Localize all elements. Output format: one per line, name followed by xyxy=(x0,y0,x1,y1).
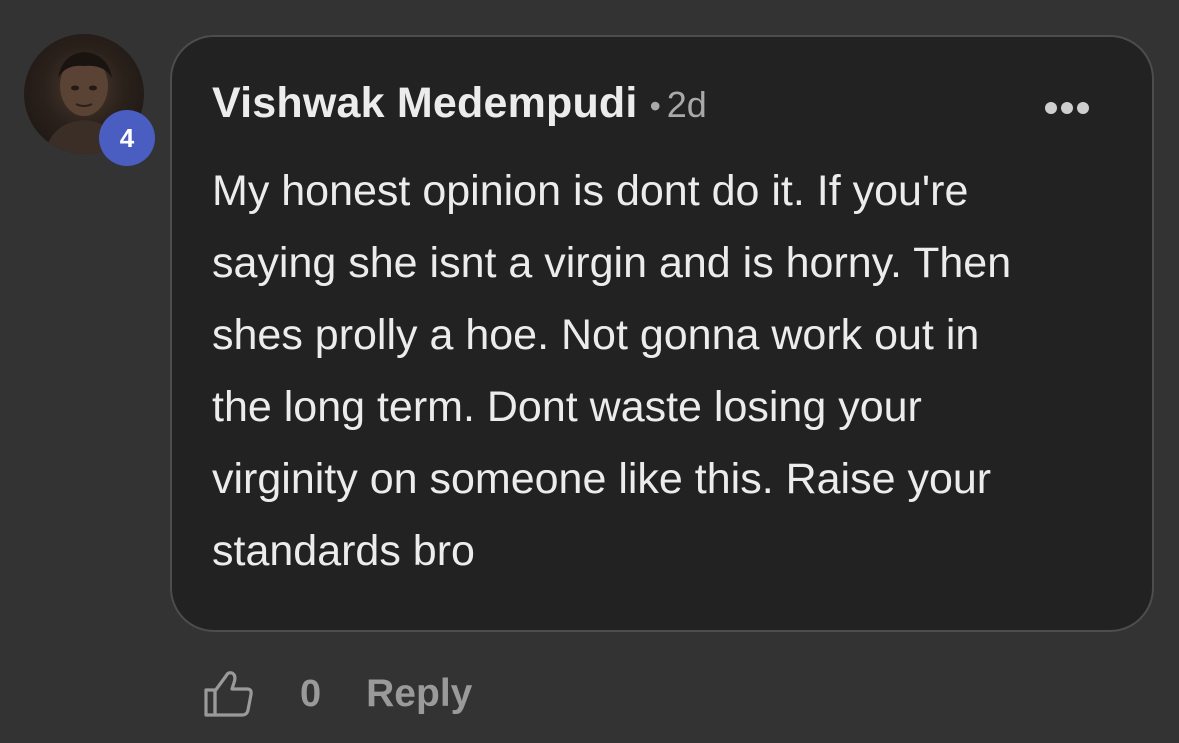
reply-button[interactable]: Reply xyxy=(366,672,472,716)
comment-bubble: Vishwak Medempudi • 2d My honest opinion… xyxy=(170,35,1154,632)
thumbs-up-icon[interactable] xyxy=(202,667,256,721)
comment-line: virginity on someone like this. Raise yo… xyxy=(212,455,992,503)
separator-dot: • xyxy=(649,88,661,124)
comment-line: My honest opinion is dont do it. If you'… xyxy=(212,167,969,215)
author-name[interactable]: Vishwak Medempudi xyxy=(212,79,638,128)
comment-line: the long term. Dont waste losing your xyxy=(212,383,922,431)
timestamp: 2d xyxy=(666,84,707,125)
comment-body: My honest opinion is dont do it. If you'… xyxy=(212,155,1112,587)
comment-header: Vishwak Medempudi • 2d xyxy=(212,79,707,128)
more-options-icon[interactable] xyxy=(1044,101,1090,115)
comment-line: shes prolly a hoe. Not gonna work out in xyxy=(212,311,980,359)
comment-line: saying she isnt a virgin and is horny. T… xyxy=(212,239,1012,287)
comment-actions: 0 Reply xyxy=(202,664,472,724)
like-count: 0 xyxy=(300,672,322,715)
comment-line: standards bro xyxy=(212,527,475,575)
level-badge: 4 xyxy=(99,110,155,166)
